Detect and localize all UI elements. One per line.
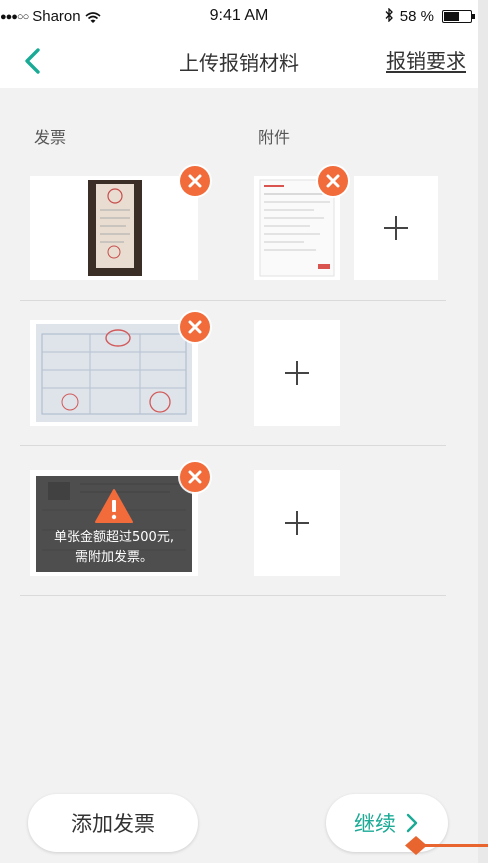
warning-line-2: 需附加发票。 [74,550,153,565]
pointer-arrow-icon [405,836,427,855]
status-bar: ●●●○○ Sharon 9:41 AM 58 % [0,0,478,34]
status-right: 58 % [384,7,475,25]
warning-line-1: 单张金额超过500元, [54,530,174,545]
attachment-column-label: 附件 [258,128,291,147]
delete-invoice-button[interactable] [180,462,210,492]
screen-edge [478,0,488,863]
battery-icon [442,10,475,23]
close-icon [188,320,202,334]
delete-invoice-button[interactable] [180,166,210,196]
continue-label: 继续 [354,812,396,836]
invoice-thumbnail[interactable] [30,320,198,426]
battery-percent: 58 % [399,8,434,25]
pointer-arrow-shaft [420,844,488,847]
bluetooth-icon [384,7,394,25]
add-invoice-button[interactable]: 添加发票 [28,794,198,852]
plus-icon [285,511,309,535]
plus-icon [285,361,309,385]
delete-attachment-button[interactable] [318,166,348,196]
row-divider [20,445,446,446]
add-invoice-label: 添加发票 [71,812,155,836]
close-icon [188,174,202,188]
add-attachment-button[interactable] [254,470,340,576]
row-divider [20,595,446,596]
add-attachment-button[interactable] [354,176,438,280]
invoice-thumbnail[interactable]: 单张金额超过500元, 需附加发票。 [30,470,198,576]
plus-icon [384,216,408,240]
warning-icon [95,489,133,523]
nav-bar: 上传报销材料 报销要求 [0,34,478,88]
delete-invoice-button[interactable] [180,312,210,342]
row-divider [20,300,446,301]
add-attachment-button[interactable] [254,320,340,426]
close-icon [188,470,202,484]
chevron-right-icon [406,813,418,833]
invoice-column-label: 发票 [34,128,67,147]
invoice-thumbnail[interactable] [30,176,198,280]
app-screen: ●●●○○ Sharon 9:41 AM 58 % 上传报销材料 报销要求 发票… [0,0,478,863]
warning-message: 单张金额超过500元, 需附加发票。 [30,528,198,568]
requirements-link[interactable]: 报销要求 [386,45,466,74]
close-icon [326,174,340,188]
